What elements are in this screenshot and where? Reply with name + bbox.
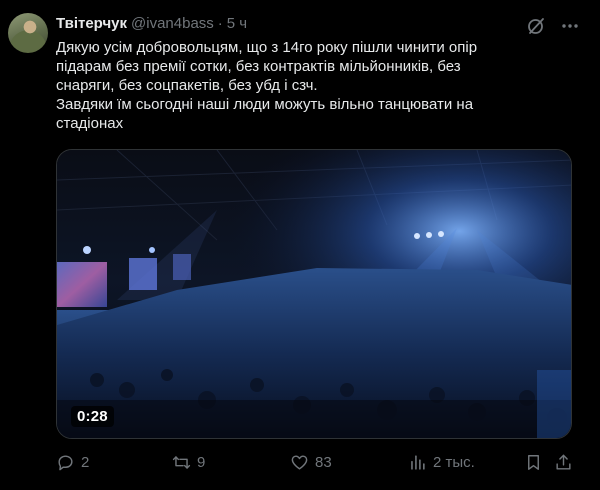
- reply-button[interactable]: 2: [56, 453, 89, 472]
- share-icon: [556, 454, 571, 470]
- avatar[interactable]: [8, 13, 48, 53]
- views-bars-icon: [411, 455, 425, 470]
- views-button[interactable]: 2 тыс.: [408, 453, 475, 472]
- repost-icon: [172, 456, 191, 469]
- video-player[interactable]: 0:28: [56, 149, 572, 439]
- more-dots-icon[interactable]: [560, 16, 580, 36]
- action-bar: 2 9 83 2 тыс.: [56, 453, 578, 475]
- concert-video-frame: [57, 150, 571, 438]
- like-button[interactable]: 83: [290, 453, 332, 472]
- tweet-header: Твітерчук @ivan4bass · 5 ч: [56, 15, 247, 33]
- grok-slash-icon[interactable]: [526, 16, 546, 36]
- author-name[interactable]: Твітерчук: [56, 15, 127, 32]
- repost-count: 9: [197, 454, 206, 471]
- repost-button[interactable]: 9: [172, 453, 205, 472]
- like-count: 83: [315, 454, 332, 471]
- views-count: 2 тыс.: [433, 454, 475, 471]
- bookmark-icon: [528, 455, 539, 470]
- author-handle[interactable]: @ivan4bass: [131, 15, 214, 32]
- video-duration: 0:28: [71, 406, 114, 427]
- bookmark-button[interactable]: [524, 453, 543, 472]
- reply-count: 2: [81, 454, 90, 471]
- separator-dot: ·: [217, 15, 223, 32]
- tweet-time[interactable]: 5 ч: [227, 15, 247, 32]
- reply-bubble-icon: [58, 455, 73, 471]
- tweet-text: Дякую усім добровольцям, що з 14го року …: [56, 39, 478, 132]
- heart-icon: [291, 455, 308, 470]
- tweet[interactable]: Твітерчук @ivan4bass · 5 ч Дякую усім до…: [0, 0, 600, 490]
- share-button[interactable]: [554, 453, 573, 472]
